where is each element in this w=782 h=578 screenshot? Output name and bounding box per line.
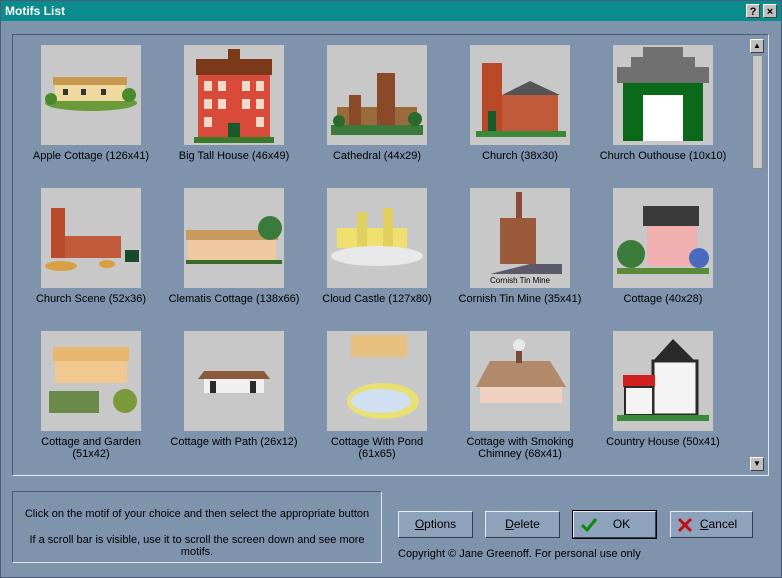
delete-label: elete bbox=[513, 517, 540, 531]
title-bar[interactable]: Motifs List ? × bbox=[1, 1, 781, 21]
motif-cloud-castle[interactable]: Cloud Castle (127x80) bbox=[311, 188, 443, 305]
window-title: Motifs List bbox=[5, 4, 65, 18]
motif-cottage[interactable]: Cottage (40x28) bbox=[597, 188, 729, 305]
motif-cornish-tin-mine[interactable]: Cornish Tin Mine Cornish Tin Mine (35x41… bbox=[454, 188, 586, 305]
cottage-with-smoking-chimney-thumbnail[interactable] bbox=[470, 331, 570, 431]
motif-label: Cottage With Pond (61x65) bbox=[330, 436, 424, 460]
options-button[interactable]: Options bbox=[398, 511, 473, 538]
motif-cottage-with-path[interactable]: Cottage with Path (26x12) bbox=[168, 331, 300, 448]
copyright-text: Copyright © Jane Greenoff. For personal … bbox=[398, 548, 641, 560]
motif-label: Cottage with Path (26x12) bbox=[170, 436, 298, 448]
motif-cottage-with-pond[interactable]: Cottage With Pond (61x65) bbox=[311, 331, 443, 460]
motif-label: Church Scene (52x36) bbox=[35, 293, 147, 305]
motif-church-scene[interactable]: Church Scene (52x36) bbox=[25, 188, 157, 305]
motif-grid: Apple Cottage (126x41) Big Tall House (4… bbox=[13, 35, 746, 475]
church-scene-thumbnail[interactable] bbox=[41, 188, 141, 288]
motif-big-tall-house[interactable]: Big Tall House (46x49) bbox=[168, 45, 300, 162]
motif-label: Big Tall House (46x49) bbox=[178, 150, 290, 162]
motif-list-panel: Apple Cottage (126x41) Big Tall House (4… bbox=[12, 34, 769, 476]
scroll-thumb[interactable] bbox=[752, 55, 763, 169]
instruction-line-2: If a scroll bar is visible, use it to sc… bbox=[29, 534, 365, 558]
motif-label: Cottage (40x28) bbox=[623, 293, 703, 305]
clematis-cottage-thumbnail[interactable] bbox=[184, 188, 284, 288]
cottage-and-garden-thumbnail[interactable] bbox=[41, 331, 141, 431]
cottage-with-path-thumbnail[interactable] bbox=[184, 331, 284, 431]
cloud-castle-thumbnail[interactable] bbox=[327, 188, 427, 288]
options-accelerator: O bbox=[414, 517, 425, 531]
scroll-down-icon[interactable]: ▼ bbox=[750, 457, 764, 471]
motif-label: Church Outhouse (10x10) bbox=[599, 150, 727, 162]
options-label: ptions bbox=[424, 517, 457, 531]
check-icon bbox=[580, 518, 598, 533]
motifs-list-window: Motifs List ? × Apple Cottage (126x41) B… bbox=[0, 0, 782, 578]
mine-caption: Cornish Tin Mine bbox=[490, 276, 551, 285]
scroll-up-icon[interactable]: ▲ bbox=[750, 39, 764, 53]
cancel-x-icon bbox=[677, 517, 693, 533]
motif-cottage-with-smoking-chimney[interactable]: Cottage with Smoking Chimney (68x41) bbox=[454, 331, 586, 460]
instructions-panel: Click on the motif of your choice and th… bbox=[12, 491, 382, 563]
ok-label: OK bbox=[612, 517, 631, 531]
delete-accelerator: D bbox=[505, 517, 514, 531]
motif-label: Apple Cottage (126x41) bbox=[32, 150, 150, 162]
cottage-with-pond-thumbnail[interactable] bbox=[327, 331, 427, 431]
motif-church-outhouse[interactable]: Church Outhouse (10x10) bbox=[597, 45, 729, 162]
motif-label: Cottage with Smoking Chimney (68x41) bbox=[466, 436, 574, 460]
motif-cathedral[interactable]: Cathedral (44x29) bbox=[311, 45, 443, 162]
instruction-line-1: Click on the motif of your choice and th… bbox=[24, 508, 370, 520]
motif-label: Cottage and Garden (51x42) bbox=[41, 436, 141, 460]
country-house-thumbnail[interactable] bbox=[613, 331, 713, 431]
cottage-thumbnail[interactable] bbox=[613, 188, 713, 288]
motif-label: Cornish Tin Mine (35x41) bbox=[458, 293, 582, 305]
church-outhouse-thumbnail[interactable] bbox=[613, 45, 713, 145]
delete-button[interactable]: Delete bbox=[485, 511, 560, 538]
ok-button[interactable]: OK bbox=[572, 510, 657, 539]
apple-cottage-thumbnail[interactable] bbox=[41, 45, 141, 145]
cancel-label: ancel bbox=[708, 517, 738, 531]
motif-label: Country House (50x41) bbox=[606, 436, 720, 448]
motif-clematis-cottage[interactable]: Clematis Cottage (138x66) bbox=[168, 188, 300, 305]
motif-label: Church (38x30) bbox=[482, 150, 558, 162]
motif-apple-cottage[interactable]: Apple Cottage (126x41) bbox=[25, 45, 157, 162]
motif-church[interactable]: Church (38x30) bbox=[454, 45, 586, 162]
help-button[interactable]: ? bbox=[746, 4, 760, 18]
cathedral-thumbnail[interactable] bbox=[327, 45, 427, 145]
big-tall-house-thumbnail[interactable] bbox=[184, 45, 284, 145]
motif-cottage-and-garden[interactable]: Cottage and Garden (51x42) bbox=[25, 331, 157, 460]
cornish-tin-mine-thumbnail[interactable]: Cornish Tin Mine bbox=[470, 188, 570, 288]
motif-country-house[interactable]: Country House (50x41) bbox=[597, 331, 729, 448]
motif-label: Clematis Cottage (138x66) bbox=[168, 293, 300, 305]
church-thumbnail[interactable] bbox=[470, 45, 570, 145]
close-button[interactable]: × bbox=[763, 4, 777, 18]
motif-label: Cloud Castle (127x80) bbox=[322, 293, 432, 305]
vertical-scrollbar[interactable]: ▲ ▼ bbox=[749, 39, 765, 471]
cancel-button[interactable]: Cancel bbox=[670, 511, 753, 538]
motif-label: Cathedral (44x29) bbox=[332, 150, 422, 162]
